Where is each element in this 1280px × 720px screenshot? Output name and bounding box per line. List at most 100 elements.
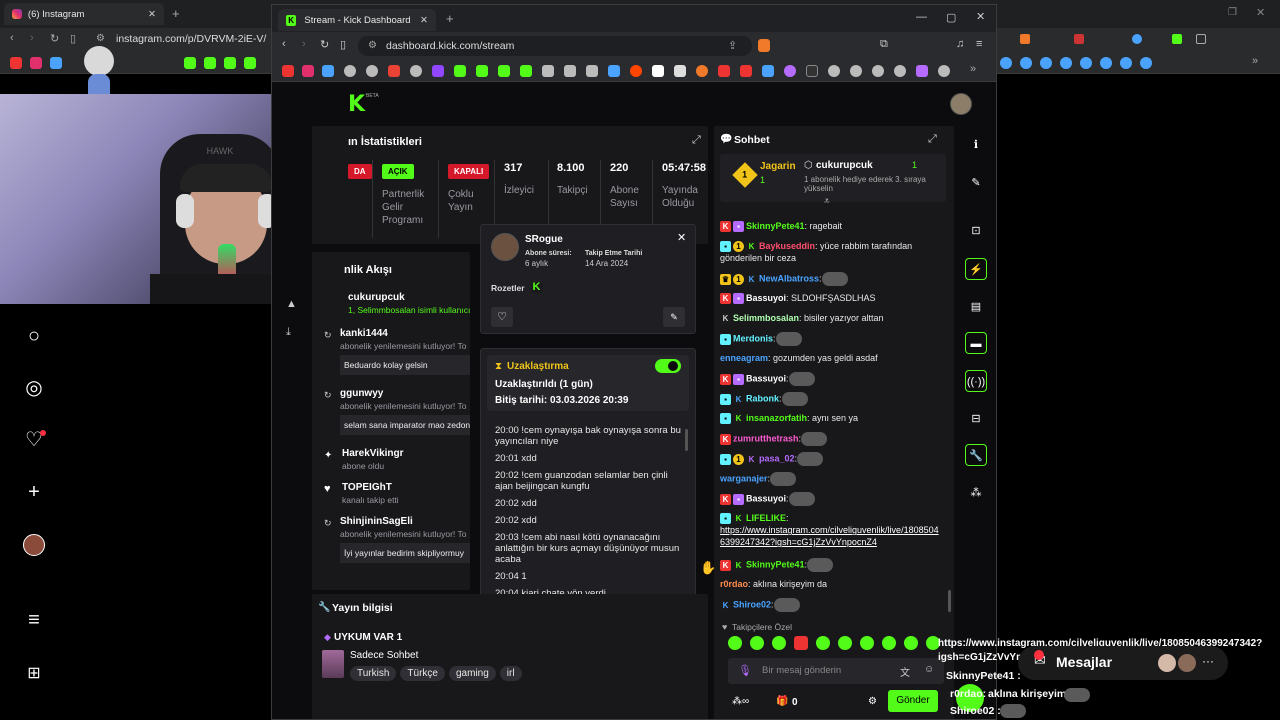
chat-username[interactable]: Bassuyoi — [746, 373, 786, 383]
chat-username[interactable]: zumrutthetrash — [733, 433, 799, 443]
menu-icon[interactable]: ≡ — [22, 608, 46, 632]
restore-icon[interactable]: ❐ — [1228, 7, 1237, 18]
create-icon[interactable]: + — [22, 480, 46, 504]
new-tab-icon[interactable]: + — [172, 6, 180, 21]
search-icon[interactable]: ○ — [22, 324, 46, 348]
instagram-messages-button[interactable]: ✉ Mesajlar ··· — [1018, 646, 1228, 680]
chat-username[interactable]: r0rdao — [720, 579, 748, 589]
chat-username[interactable]: Shiroe02 — [733, 599, 771, 609]
chat-link[interactable]: https://www.instagram.com/cilveliguvenli… — [720, 525, 939, 547]
translate-icon[interactable]: 文 — [900, 664, 910, 679]
chat-username[interactable]: SkinnyPete41 — [746, 559, 805, 569]
chat-username[interactable]: Baykuseddin — [759, 241, 815, 251]
layout-icon[interactable]: ⊟ — [965, 408, 987, 430]
collapse-icon[interactable]: ⩡ — [824, 196, 830, 207]
more-icon[interactable]: ··· — [1202, 654, 1214, 668]
chat-message[interactable]: warganajer: — [720, 472, 942, 486]
chat-message[interactable]: ▪ 1 Kpasa_02: — [720, 452, 942, 466]
media-icon[interactable]: ♫ — [956, 38, 964, 50]
chat-message[interactable]: K ▪ SkinnyPete41: ragebait — [720, 220, 942, 233]
brave-shield-icon[interactable] — [758, 39, 770, 52]
chat-username[interactable]: Merdonis — [733, 333, 773, 343]
chat-username[interactable]: enneagram — [720, 353, 768, 363]
profile-avatar[interactable] — [23, 534, 45, 556]
url-field[interactable]: ⚙ dashboard.kick.com/stream ⇪ — [358, 36, 752, 56]
reload-icon[interactable]: ↻ — [50, 32, 59, 45]
minimize-icon[interactable]: — — [916, 11, 927, 23]
tag[interactable]: irl — [499, 666, 522, 681]
gift-icon[interactable]: 🎁 — [776, 696, 788, 707]
chat-username[interactable]: pasa_02 — [759, 453, 795, 463]
close-popup-icon[interactable]: ✕ — [677, 231, 686, 244]
close-window-icon[interactable]: ✕ — [976, 10, 985, 23]
chat-username[interactable]: Selimmbosalan — [733, 313, 799, 323]
close-icon[interactable]: ✕ — [420, 15, 428, 26]
feed-item[interactable]: ↻ ggunwyy abonelik yenilemesini kutluyor… — [322, 388, 470, 435]
forward-icon[interactable]: › — [30, 32, 34, 44]
chat-username[interactable]: NewAlbatross — [759, 273, 819, 283]
feed-item[interactable]: cukurupcuk 1, Selimmbosalan isimli kulla… — [348, 292, 470, 315]
chat-username[interactable]: insanazorfatih — [746, 413, 807, 423]
more-bookmarks-icon[interactable]: » — [1252, 55, 1258, 67]
chat-username[interactable]: LIFELIKE — [746, 513, 786, 523]
flash-icon[interactable]: ⚡ — [965, 258, 987, 280]
feed-item[interactable]: ↻ kanki1444 abonelik yenilemesini kutluy… — [322, 328, 470, 375]
edit-icon[interactable]: ✎ — [965, 172, 987, 194]
notes-icon[interactable]: ▤ — [965, 296, 987, 318]
share-icon[interactable]: ⇪ — [728, 39, 737, 52]
info-icon[interactable]: ℹ — [965, 134, 987, 156]
feed-item[interactable]: ↻ ShinjininSagEli abonelik yenilemesini … — [322, 516, 470, 563]
feed-item[interactable]: ✦ HarekVikingr abone oldu — [322, 448, 470, 471]
chat-message[interactable]: ▪ K LIFELIKE: https://www.instagram.com/cil… — [720, 512, 942, 548]
send-button[interactable]: Gönder — [888, 690, 938, 712]
expand-icon[interactable]: ⤢ — [692, 134, 701, 147]
site-settings-icon[interactable]: ⚙ — [96, 33, 105, 44]
chat-message[interactable]: K K SkinnyPete41: — [720, 558, 942, 572]
extensions-icon[interactable]: ⧉ — [880, 38, 888, 51]
tag[interactable]: gaming — [448, 666, 496, 681]
explore-icon[interactable]: ◎ — [22, 376, 46, 400]
back-tab-instagram[interactable]: (6) Instagram ✕ — [4, 3, 164, 25]
chat-message[interactable]: r0rdao: aklına kirişeyim da — [720, 578, 942, 590]
user-avatar[interactable] — [950, 93, 972, 115]
chat-username[interactable]: Bassuyoi — [746, 293, 786, 303]
log-scrollbar[interactable] — [685, 429, 688, 451]
chat-message[interactable]: ▪ Merdonis: — [720, 332, 942, 346]
chat-message[interactable]: ♛ 1 K NewAlbatross: — [720, 272, 942, 286]
chat-message[interactable]: K Shiroe02: — [720, 598, 942, 612]
chat-message[interactable]: ▪ Kinsanazorfatih: aynı sen ya — [720, 412, 942, 425]
community-icon[interactable]: ⁂∞ — [732, 696, 749, 707]
broadcast-icon[interactable]: ((·)) — [965, 370, 987, 392]
kick-logo[interactable]: K — [348, 92, 365, 117]
chat-username[interactable]: SkinnyPete41 — [746, 221, 805, 231]
timeout-toggle[interactable] — [655, 359, 681, 373]
feed-item[interactable]: ♥ TOPEIGhT kanalı takip etti — [322, 482, 470, 505]
apps-icon[interactable]: ⊞ — [22, 662, 46, 686]
follow-heart-button[interactable]: ♡ — [491, 307, 513, 327]
chat-scrollbar[interactable] — [948, 590, 951, 612]
close-icon[interactable]: ✕ — [148, 9, 156, 20]
bookmark-icon[interactable]: ▯ — [70, 32, 76, 45]
new-tab-icon[interactable]: + — [446, 11, 454, 26]
mic-icon[interactable]: 🎙 — [738, 664, 752, 677]
dashboard-tool-icon[interactable]: ▲ — [286, 298, 297, 310]
chat-message[interactable]: ▪ 1 K Baykuseddin: yüce rabbim tarafından g… — [720, 240, 942, 264]
browser-menu-icon[interactable]: ≡ — [976, 38, 982, 50]
chat-message[interactable]: K ▪ Bassuyoi: SLDOHFŞASDLHAS — [720, 292, 942, 305]
clip-icon[interactable]: ⊡ — [965, 220, 987, 242]
emoji-icon[interactable]: ☺ — [924, 664, 934, 675]
chat-message[interactable]: enneagram: gozumden yas geldi asdaf — [720, 352, 942, 364]
chat-settings-icon[interactable]: ⚙ — [868, 696, 877, 707]
forward-icon[interactable]: › — [302, 38, 306, 50]
maximize-icon[interactable]: ▢ — [946, 11, 956, 24]
close-window-icon[interactable]: ✕ — [1256, 6, 1265, 19]
chat-username[interactable]: Rabonk — [746, 393, 779, 403]
back-icon[interactable]: ‹ — [10, 32, 14, 44]
chat-username[interactable]: Bassuyoi — [746, 493, 786, 503]
chat-message[interactable]: Kzumrutthetrash: — [720, 432, 942, 446]
tag[interactable]: Turkish — [350, 666, 397, 681]
bookmark-icon[interactable]: ▯ — [340, 38, 346, 51]
chat-message[interactable]: K ▪ Bassuyoi: — [720, 492, 942, 506]
back-url[interactable]: instagram.com/p/DVRVM-2iE-V/ — [116, 33, 266, 45]
front-tab-kick[interactable]: K Stream - Kick Dashboard ✕ — [278, 9, 436, 31]
